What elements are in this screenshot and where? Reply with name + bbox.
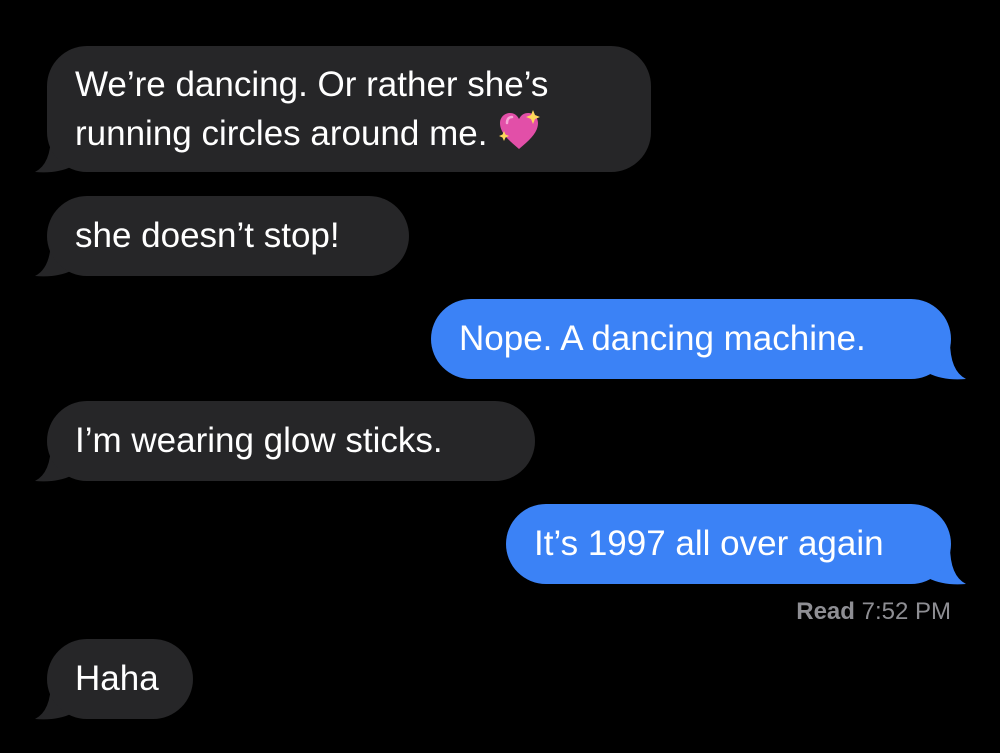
message-text: It’s 1997 all over again <box>534 524 884 563</box>
message-text: I’m wearing glow sticks. <box>75 421 443 460</box>
message-bubble-outgoing[interactable]: Nope. A dancing machine. <box>431 299 951 379</box>
message-text: We’re dancing. Or rather she’s <box>75 65 549 104</box>
read-receipt: Read 7:52 PM <box>796 596 951 628</box>
read-receipt-label: Read <box>796 598 855 625</box>
message-bubble-incoming[interactable]: We’re dancing. Or rather she’s running c… <box>47 46 651 172</box>
message-bubble-outgoing[interactable]: It’s 1997 all over again <box>506 504 951 584</box>
message-text: Nope. A dancing machine. <box>459 319 866 358</box>
message-thread[interactable]: We’re dancing. Or rather she’s running c… <box>0 0 1000 753</box>
message-bubble-incoming[interactable]: I’m wearing glow sticks. <box>47 401 535 481</box>
sparkling-heart-icon <box>499 110 541 149</box>
message-bubble-incoming[interactable]: Haha <box>47 639 193 719</box>
message-text: running circles around me. <box>75 109 623 158</box>
message-text: she doesn’t stop! <box>75 216 340 255</box>
message-bubble-incoming[interactable]: she doesn’t stop! <box>47 196 409 276</box>
message-text: Haha <box>75 659 159 698</box>
read-receipt-time: 7:52 PM <box>861 598 951 625</box>
